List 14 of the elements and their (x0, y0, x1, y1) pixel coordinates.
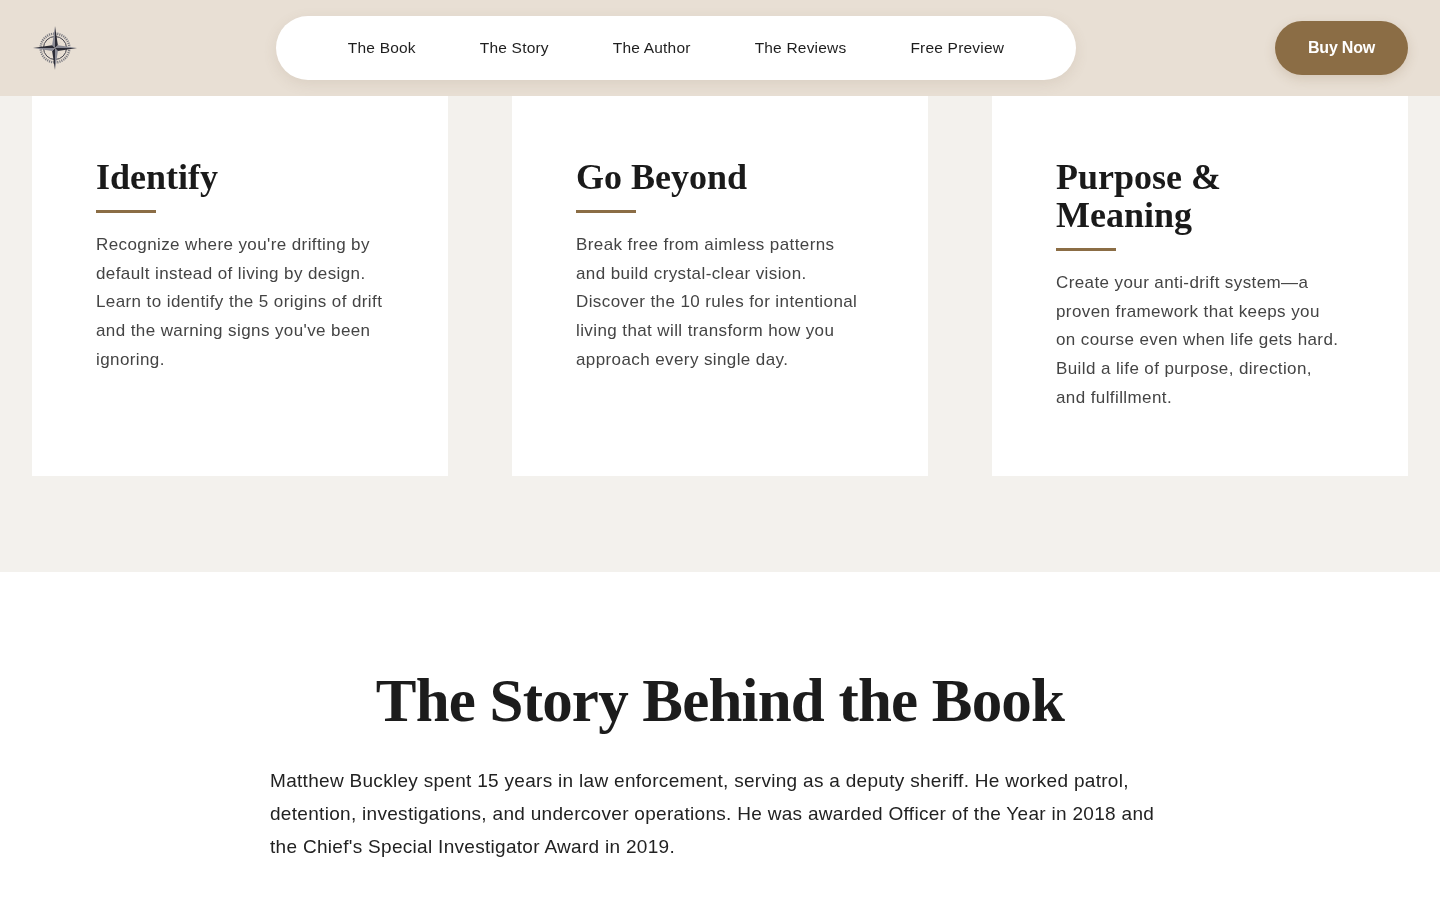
nav-link[interactable]: The Author (600, 31, 703, 65)
nav-link[interactable]: The Reviews (742, 31, 859, 65)
buy-now-button[interactable]: Buy Now (1275, 21, 1408, 75)
card-description: Recognize where you're drifting by default instead of living by design. Learn to identify the 5 origins of drift and the warning signs you've been ignoring. (96, 234, 384, 371)
story-paragraph: Matthew Buckley spent 15 years in law enforcement, serving as a deputy sheriff. He worked patrol, detention, investigations, and undercover operations. He was awarded Officer of the Year in 2018 and the Chief's Special Investigator Award in 2019. (270, 769, 1156, 859)
nav-link[interactable]: Free Preview (898, 31, 1017, 65)
nav-link[interactable]: The Book (335, 31, 428, 65)
card-description: Create your anti-drift system—a proven framework that keeps you on course even when life gets hard. Build a life of purpose, direction, and fulfillment. (1056, 272, 1340, 409)
card-heading: Identify (96, 158, 219, 196)
card-description: Break free from aimless patterns and build crystal-clear vision. Discover the 10 rules for intentional living that will transform how you approach every single day. (576, 234, 859, 371)
card-heading: Go Beyond (576, 158, 749, 196)
section-heading: The Story Behind the Book (375, 666, 1065, 736)
card-heading: Purpose & Meaning (1056, 158, 1222, 234)
nav-link[interactable]: The Story (467, 31, 561, 65)
